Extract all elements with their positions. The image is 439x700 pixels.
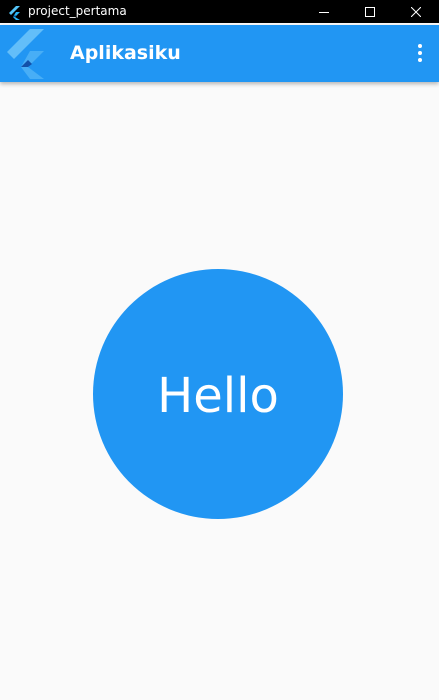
app-bar: Aplikasiku	[0, 25, 439, 82]
close-icon	[410, 2, 422, 21]
maximize-button[interactable]	[347, 0, 393, 23]
window-titlebar: project_pertama	[0, 0, 439, 23]
hello-circle: Hello	[93, 269, 343, 519]
window-title: project_pertama	[28, 4, 127, 18]
maximize-icon	[365, 2, 375, 21]
more-vert-icon[interactable]	[413, 42, 427, 64]
flutter-logo-icon	[4, 29, 50, 79]
hello-text: Hello	[157, 368, 279, 424]
close-button[interactable]	[393, 0, 439, 23]
app-title: Aplikasiku	[70, 42, 181, 64]
minimize-icon	[319, 2, 329, 21]
minimize-button[interactable]	[301, 0, 347, 23]
window-controls	[301, 0, 439, 23]
flutter-icon	[8, 5, 22, 20]
